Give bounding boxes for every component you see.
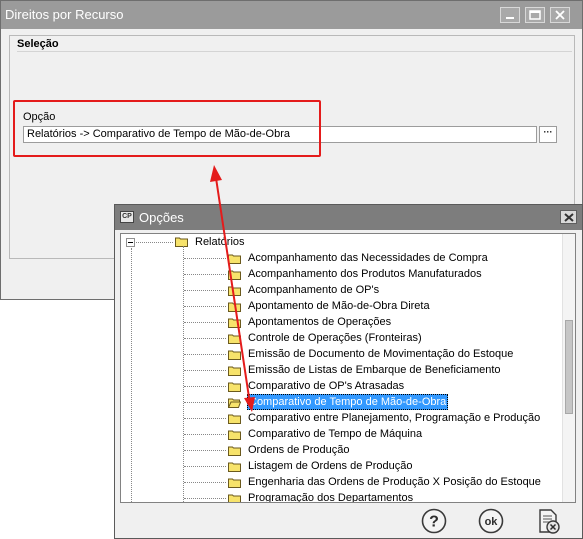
tree-item-label: Acompanhamento de OP's [248, 284, 380, 296]
folder-icon [228, 254, 241, 264]
tree-connector [184, 450, 226, 451]
options-dialog: CP Opções Relatórios Acompanhamento das N… [114, 204, 583, 539]
svg-text:ok: ok [485, 516, 499, 528]
tree-item-label: Comparativo de OP's Atrasadas [248, 380, 405, 392]
tree-item-label: Comparativo entre Planejamento, Programa… [248, 412, 541, 424]
tree-scrollbar[interactable] [562, 234, 575, 502]
dialog-close-button[interactable] [560, 210, 577, 224]
tree-item[interactable]: Emissão de Listas de Embarque de Benefic… [121, 362, 561, 378]
tree-connector [184, 498, 226, 499]
folder-icon [228, 350, 241, 360]
group-divider [17, 51, 572, 52]
help-icon: ? [421, 508, 447, 534]
tree-item-label: Ordens de Produção [248, 444, 350, 456]
tree-item-label: Listagem de Ordens de Produção [248, 460, 413, 472]
tree-item[interactable]: Comparativo de OP's Atrasadas [121, 378, 561, 394]
close-icon [563, 213, 574, 222]
folder-icon [228, 382, 241, 392]
folder-icon [228, 366, 241, 376]
tree-item[interactable]: Comparativo de Tempo de Mão-de-Obra [121, 394, 561, 410]
folder-icon [228, 318, 241, 328]
tree-item[interactable]: Programação dos Departamentos [121, 490, 561, 503]
tree-connector [184, 466, 226, 467]
folder-icon [228, 414, 241, 424]
close-button[interactable] [550, 7, 570, 23]
minimize-icon [506, 17, 514, 19]
dialog-titlebar[interactable]: CP Opções [115, 205, 582, 230]
group-title: Seleção [17, 38, 59, 50]
tree-connector [184, 258, 226, 259]
tree-item[interactable]: Comparativo entre Planejamento, Programa… [121, 410, 561, 426]
tree-item-label: Comparativo de Tempo de Máquina [248, 428, 423, 440]
options-tree[interactable]: Relatórios Acompanhamento das Necessidade… [120, 233, 576, 503]
tree-item[interactable]: Acompanhamento de OP's [121, 282, 561, 298]
tree-item-label: Emissão de Listas de Embarque de Benefic… [248, 364, 501, 376]
svg-text:?: ? [429, 514, 439, 531]
tree-item[interactable]: Controle de Operações (Fronteiras) [121, 330, 561, 346]
tree-connector [184, 338, 226, 339]
scrollbar-thumb[interactable] [565, 320, 573, 414]
tree-connector [184, 370, 226, 371]
tree-connector [136, 242, 173, 243]
folder-icon [228, 302, 241, 312]
tree-item-label: Engenharia das Ordens de Produção X Posi… [248, 476, 541, 488]
folder-icon [228, 334, 241, 344]
maximize-button[interactable] [525, 7, 545, 23]
browse-button[interactable]: ··· [539, 126, 557, 143]
tree-item[interactable]: Engenharia das Ordens de Produção X Posi… [121, 474, 561, 490]
tree-connector [184, 482, 226, 483]
tree-item[interactable]: Acompanhamento dos Produtos Manufaturado… [121, 266, 561, 282]
folder-icon [228, 478, 241, 488]
folder-icon [228, 430, 241, 440]
tree-connector [184, 274, 226, 275]
tree-root[interactable]: Relatórios [121, 234, 561, 250]
tree-connector [184, 434, 226, 435]
tree-connector [184, 354, 226, 355]
folder-icon [228, 462, 241, 472]
tree-item-label: Acompanhamento dos Produtos Manufaturado… [248, 268, 482, 280]
dialog-title: Opções [139, 210, 184, 225]
tree-connector [184, 402, 226, 403]
folder-icon [228, 446, 241, 456]
help-button[interactable]: ? [420, 507, 448, 535]
tree-connector [184, 322, 226, 323]
folder-icon [228, 494, 241, 502]
ok-button[interactable]: ok [477, 507, 505, 535]
minimize-button[interactable] [500, 7, 520, 23]
folder-open-icon [228, 398, 241, 408]
folder-icon [228, 270, 241, 280]
window-title: Direitos por Recurso [5, 7, 124, 22]
folder-icon [175, 237, 188, 247]
tree-connector [184, 290, 226, 291]
tree-item-label: Controle de Operações (Fronteiras) [248, 332, 422, 344]
tree-item-label-selected: Comparativo de Tempo de Mão-de-Obra [247, 394, 449, 410]
tree-item-label: Emissão de Documento de Movimentação do … [248, 348, 514, 360]
ok-icon: ok [478, 508, 504, 534]
tree-item[interactable]: Apontamento de Mão-de-Obra Direta [121, 298, 561, 314]
cancel-button[interactable] [534, 507, 562, 535]
collapse-icon[interactable] [126, 238, 135, 247]
cancel-icon [539, 509, 560, 534]
tree-item[interactable]: Ordens de Produção [121, 442, 561, 458]
highlight-box [13, 100, 321, 157]
main-titlebar[interactable]: Direitos por Recurso [1, 1, 582, 29]
tree-connector [184, 306, 226, 307]
tree-item-label: Acompanhamento das Necessidades de Compr… [248, 252, 488, 264]
tree-connector [184, 418, 226, 419]
tree-item-label: Apontamento de Mão-de-Obra Direta [248, 300, 430, 312]
tree-item[interactable]: Comparativo de Tempo de Máquina [121, 426, 561, 442]
close-icon [555, 10, 565, 20]
tree-item[interactable]: Emissão de Documento de Movimentação do … [121, 346, 561, 362]
tree-item[interactable]: Listagem de Ordens de Produção [121, 458, 561, 474]
app-icon: CP [120, 211, 134, 223]
tree-item-label: Programação dos Departamentos [248, 492, 414, 503]
maximize-icon [529, 10, 541, 20]
tree-connector [184, 386, 226, 387]
tree-item[interactable]: Acompanhamento das Necessidades de Compr… [121, 250, 561, 266]
tree-root-label: Relatórios [195, 236, 245, 248]
folder-icon [228, 286, 241, 296]
tree-item-label: Apontamentos de Operações [248, 316, 392, 328]
tree-item[interactable]: Apontamentos de Operações [121, 314, 561, 330]
